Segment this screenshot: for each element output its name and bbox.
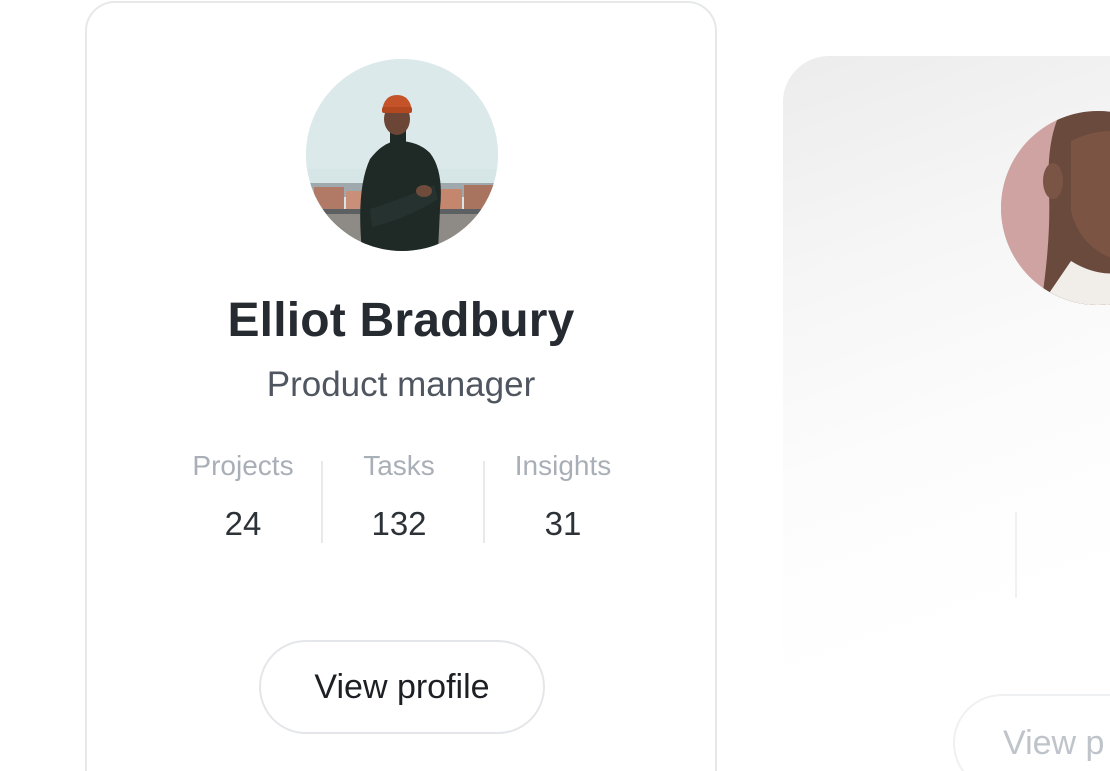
profile-carousel: View p Elliot Bradbury Product manager P… (0, 0, 1110, 771)
stat-label: Projects (192, 450, 294, 481)
avatar (306, 59, 498, 251)
profile-stats: Projects 24 Tasks 132 Insights 31 (87, 449, 715, 549)
view-profile-button[interactable]: View profile (259, 640, 545, 734)
person-photo-icon (306, 59, 498, 251)
stat-divider (1015, 512, 1017, 598)
stat-tasks: Tasks 132 (319, 449, 479, 543)
stat-insights: Insights 31 (483, 449, 643, 543)
profile-name: Elliot Bradbury (227, 294, 575, 347)
next-view-profile-button[interactable]: View p (953, 694, 1110, 771)
stat-projects: Projects 24 (163, 449, 323, 543)
stat-value: 24 (224, 504, 262, 542)
profile-role: Product manager (266, 365, 536, 404)
stat-value: 132 (371, 504, 427, 542)
stat-label: Insights (514, 450, 612, 481)
stat-label: Tasks (363, 450, 435, 481)
profile-card: Elliot Bradbury Product manager Projects… (85, 1, 717, 771)
stat-value: 31 (544, 504, 582, 542)
